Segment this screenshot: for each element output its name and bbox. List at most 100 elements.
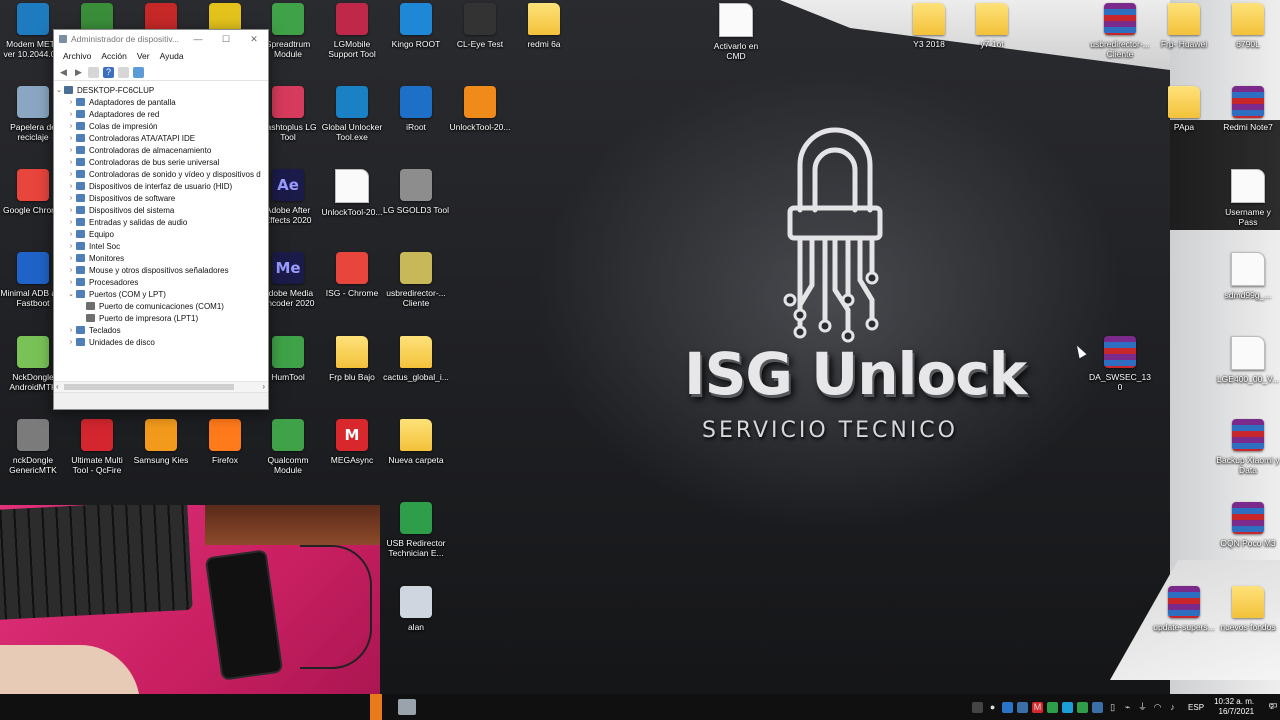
close-button[interactable]: ✕ <box>240 34 268 45</box>
device-tree[interactable]: ⌄ DESKTOP-FC6CLUP › Adaptadores de pantal… <box>54 84 268 380</box>
view-icon[interactable] <box>118 66 129 78</box>
desktop-icon[interactable]: LGE400_00_V... <box>1215 336 1280 384</box>
desktop-icon[interactable]: Qualcomm Module <box>255 419 321 475</box>
desktop-icon[interactable]: LGMobile Support Tool <box>319 3 385 59</box>
taskbar-clock[interactable]: 10:32 a. m. 16/7/2021 <box>1214 697 1254 717</box>
chevron-right-icon[interactable]: › <box>66 207 76 214</box>
tree-category[interactable]: › Controladoras ATA/ATAPI IDE <box>54 132 268 144</box>
window-titlebar[interactable]: Administrador de dispositiv... — ☐ ✕ <box>54 30 268 48</box>
tree-category[interactable]: › Adaptadores de red <box>54 108 268 120</box>
usb-icon[interactable]: ⏚ <box>1137 702 1148 713</box>
tree-category[interactable]: › Procesadores <box>54 276 268 288</box>
desktop-icon[interactable]: Redmi Note7 <box>1215 86 1280 132</box>
desktop-icon[interactable]: M MEGAsync <box>319 419 385 465</box>
shield-icon[interactable] <box>1062 701 1074 713</box>
network-icon[interactable]: ⌁ <box>1122 702 1133 713</box>
chevron-right-icon[interactable]: › <box>66 195 76 202</box>
desktop-icon[interactable]: update-supers... <box>1151 586 1217 632</box>
desktop-icon[interactable]: Activarlo en CMD <box>703 3 769 61</box>
tree-category[interactable]: › Unidades de disco <box>54 336 268 348</box>
properties-icon[interactable] <box>88 66 99 78</box>
device-manager-window[interactable]: Administrador de dispositiv... — ☐ ✕ Arc… <box>53 29 269 410</box>
tree-category[interactable]: › Teclados <box>54 324 268 336</box>
mega-tray-icon[interactable]: M <box>1032 701 1044 713</box>
tree-category[interactable]: › Intel Soc <box>54 240 268 252</box>
chevron-right-icon[interactable]: › <box>66 147 76 154</box>
tree-device[interactable]: Puerto de comunicaciones (COM1) <box>54 300 268 312</box>
chevron-right-icon[interactable]: › <box>66 219 76 226</box>
desktop-icon[interactable]: Frp- Huawei <box>1151 3 1217 49</box>
tree-category[interactable]: › Dispositivos del sistema <box>54 204 268 216</box>
device-manager-taskbar-icon[interactable] <box>398 699 416 715</box>
tree-category[interactable]: › Controladoras de sonido y vídeo y dispo… <box>54 168 268 180</box>
battery-icon[interactable]: ▯ <box>1107 702 1118 713</box>
tree-category[interactable]: › Equipo <box>54 228 268 240</box>
tree-category[interactable]: › Entradas y salidas de audio <box>54 216 268 228</box>
chevron-right-icon[interactable]: › <box>66 183 76 190</box>
desktop-icon[interactable]: Global Unlocker Tool.exe <box>319 86 385 142</box>
chevron-right-icon[interactable]: › <box>66 339 76 346</box>
desktop-icon[interactable]: alan <box>383 586 449 632</box>
chevron-right-icon[interactable]: › <box>66 123 76 130</box>
desktop-icon[interactable]: Firefox <box>192 419 258 465</box>
tray-app-icon[interactable] <box>1002 701 1014 713</box>
chevron-right-icon[interactable]: › <box>66 279 76 286</box>
chevron-right-icon[interactable]: › <box>66 171 76 178</box>
desktop-icon[interactable]: LG SGOLD3 Tool <box>383 169 449 215</box>
tray-app-icon[interactable] <box>1092 701 1104 713</box>
desktop-icon[interactable]: 6790L <box>1215 3 1280 49</box>
desktop-icon[interactable]: redmi 6a <box>511 3 577 49</box>
desktop-icon[interactable]: Y3 2018 <box>896 3 962 49</box>
tree-category[interactable]: ⌄ Puertos (COM y LPT) <box>54 288 268 300</box>
scrollbar-thumb[interactable] <box>64 384 234 390</box>
scroll-right-icon[interactable]: › <box>262 382 265 391</box>
tree-category[interactable]: › Controladoras de almacenamiento <box>54 144 268 156</box>
desktop-icon[interactable]: Kingo ROOT <box>383 3 449 49</box>
desktop-icon[interactable]: Username y Pass <box>1215 169 1280 227</box>
tree-category[interactable]: › Monitores <box>54 252 268 264</box>
chevron-right-icon[interactable]: › <box>66 243 76 250</box>
wifi-icon[interactable]: ◠ <box>1152 702 1163 713</box>
chevron-right-icon[interactable]: › <box>66 327 76 334</box>
menu-archivo[interactable]: Archivo <box>58 51 96 61</box>
scroll-left-icon[interactable]: ‹ <box>56 382 59 391</box>
desktop-icon[interactable]: iRoot <box>383 86 449 132</box>
menu-accion[interactable]: Acción <box>96 51 132 61</box>
chevron-right-icon[interactable]: › <box>66 267 76 274</box>
desktop-icon[interactable]: ISG - Chrome <box>319 252 385 298</box>
menu-ver[interactable]: Ver <box>132 51 155 61</box>
desktop-icon[interactable]: UnlockTool-20... <box>447 86 513 132</box>
tree-category[interactable]: › Dispositivos de software <box>54 192 268 204</box>
tray-app-icon[interactable] <box>1047 701 1059 713</box>
desktop-icon[interactable]: Ultimate Multi Tool - QcFire <box>64 419 130 475</box>
desktop-icon[interactable]: USB Redirector Technician E... <box>383 502 449 558</box>
back-arrow-icon[interactable]: ◀ <box>58 67 69 78</box>
horizontal-scrollbar[interactable]: ‹ › <box>54 381 268 392</box>
tree-category[interactable]: › Dispositivos de interfaz de usuario (HI… <box>54 180 268 192</box>
tree-category[interactable]: › Adaptadores de pantalla <box>54 96 268 108</box>
chevron-right-icon[interactable]: › <box>66 111 76 118</box>
desktop-icon[interactable]: nckDongle GenericMTK <box>0 419 66 475</box>
desktop-icon[interactable]: y7 1ot <box>959 3 1025 49</box>
tree-device[interactable]: Puerto de impresora (LPT1) <box>54 312 268 324</box>
desktop-icon[interactable]: UnlockTool-20... <box>319 169 385 217</box>
chevron-down-icon[interactable]: ⌄ <box>66 290 76 298</box>
desktop-icon[interactable]: Backup Xiaomi y Data <box>1215 419 1280 475</box>
monitor-icon[interactable] <box>133 66 144 78</box>
desktop-icon[interactable]: CL-Eye Test <box>447 3 513 49</box>
tray-app-icon[interactable] <box>1017 701 1029 713</box>
tree-category[interactable]: › Colas de impresión <box>54 120 268 132</box>
tray-app-icon[interactable] <box>1077 701 1089 713</box>
chevron-right-icon[interactable]: › <box>66 159 76 166</box>
chevron-right-icon[interactable]: › <box>66 99 76 106</box>
desktop-icon[interactable]: usbredirector-... Cliente <box>1087 3 1153 59</box>
minimize-button[interactable]: — <box>184 34 212 44</box>
chevron-right-icon[interactable]: › <box>66 255 76 262</box>
tree-root[interactable]: ⌄ DESKTOP-FC6CLUP <box>54 84 268 96</box>
desktop-icon[interactable]: usbredirector-... Cliente <box>383 252 449 308</box>
maximize-button[interactable]: ☐ <box>212 34 240 45</box>
microphone-icon[interactable]: ● <box>987 702 998 713</box>
chevron-down-icon[interactable]: ⌄ <box>54 86 64 94</box>
desktop-icon[interactable]: Frp blu Bajo <box>319 336 385 382</box>
desktop-icon[interactable]: DA_SWSEC_130 <box>1087 336 1153 392</box>
